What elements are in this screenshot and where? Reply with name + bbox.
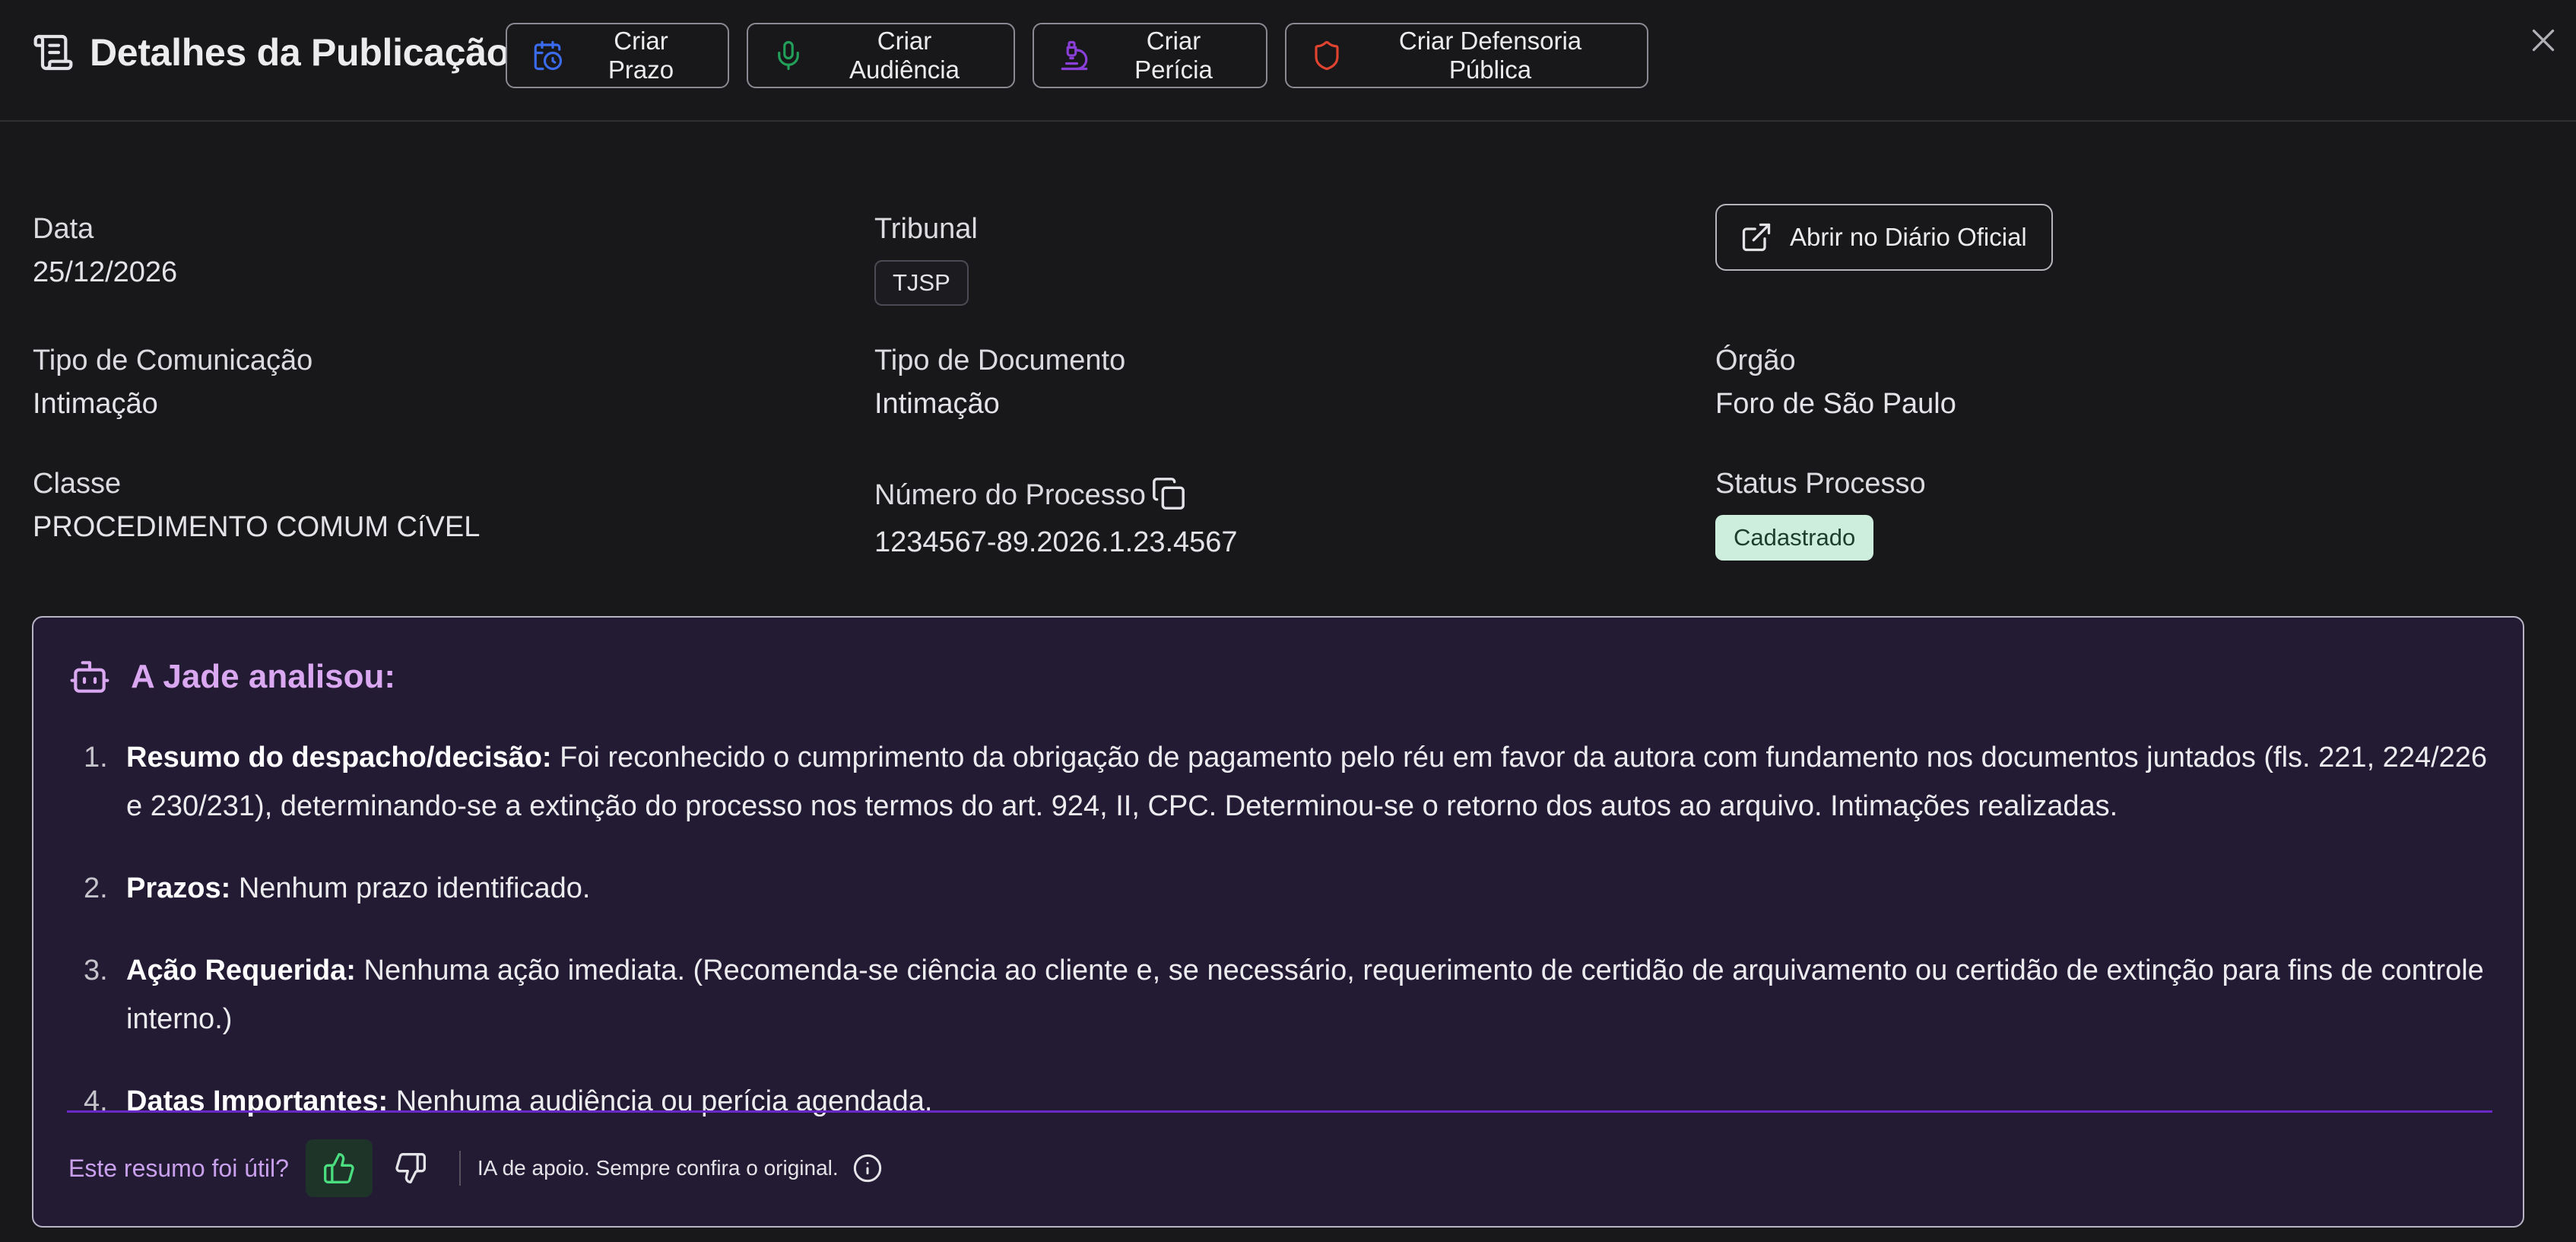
list-item: 4. Datas Importantes: Nenhuma audiência … bbox=[84, 1077, 2501, 1126]
list-item-number: 3. bbox=[84, 955, 108, 986]
class-label: Classe bbox=[33, 468, 122, 500]
external-link-icon bbox=[1740, 221, 1773, 254]
document-type-label: Tipo de Documento bbox=[874, 345, 1126, 376]
title-wrap: Detalhes da Publicação bbox=[32, 30, 509, 75]
list-item: 2. Prazos: Nenhum prazo identificado. bbox=[84, 864, 2501, 913]
create-public-defender-label: Criar Defensoria Pública bbox=[1398, 27, 1582, 84]
close-icon[interactable] bbox=[2524, 21, 2562, 59]
dialog-header: Detalhes da Publicação Criar Prazo Criar… bbox=[0, 0, 2576, 122]
date-value: 25/12/2026 bbox=[33, 256, 178, 288]
list-item-text: Nenhum prazo identificado. bbox=[230, 872, 591, 904]
ai-summary-title: A Jade analisou: bbox=[131, 658, 396, 695]
date-label: Data bbox=[33, 213, 94, 245]
robot-icon bbox=[68, 656, 111, 698]
create-public-defender-button[interactable]: Criar Defensoria Pública bbox=[1285, 23, 1648, 88]
class-value: PROCEDIMENTO COMUM CíVEL bbox=[33, 511, 481, 543]
feedback-bar: Este resumo foi útil? IA de apoio. Sempr… bbox=[68, 1139, 883, 1197]
ai-summary-list: 1. Resumo do despacho/decisão: Foi recon… bbox=[84, 733, 2501, 1159]
shield-icon bbox=[1311, 40, 1343, 71]
microscope-icon bbox=[1058, 40, 1090, 71]
thumbs-down-icon[interactable] bbox=[388, 1139, 433, 1197]
process-number-label: Número do Processo bbox=[874, 479, 1146, 511]
info-icon[interactable] bbox=[852, 1153, 883, 1183]
create-deadline-button[interactable]: Criar Prazo bbox=[506, 23, 729, 88]
create-expertise-button[interactable]: Criar Perícia bbox=[1033, 23, 1267, 88]
list-item-number: 4. bbox=[84, 1085, 108, 1117]
feedback-question: Este resumo foi útil? bbox=[68, 1154, 289, 1182]
court-label: Tribunal bbox=[874, 213, 978, 245]
list-item: 3. Ação Requerida: Nenhuma ação imediata… bbox=[84, 946, 2501, 1043]
open-official-gazette-label: Abrir no Diário Oficial bbox=[1790, 223, 2027, 251]
list-item-number: 1. bbox=[84, 742, 108, 773]
create-expertise-label: Criar Perícia bbox=[1134, 27, 1213, 84]
ai-disclaimer: IA de apoio. Sempre confira o original. bbox=[477, 1156, 839, 1180]
process-status-label: Status Processo bbox=[1715, 468, 1926, 500]
page-title: Detalhes da Publicação bbox=[90, 31, 509, 74]
calendar-clock-icon bbox=[531, 40, 563, 71]
communication-type-value: Intimação bbox=[33, 388, 158, 420]
open-official-gazette-button[interactable]: Abrir no Diário Oficial bbox=[1715, 204, 2053, 271]
divider bbox=[67, 1110, 2492, 1113]
feedback-separator bbox=[458, 1151, 461, 1186]
list-item-body: Ação Requerida: Nenhuma ação imediata. (… bbox=[126, 946, 2501, 1043]
create-deadline-label: Criar Prazo bbox=[608, 27, 674, 84]
thumbs-up-icon[interactable] bbox=[305, 1139, 373, 1197]
list-item-label: Ação Requerida: bbox=[126, 955, 356, 986]
organ-label: Órgão bbox=[1715, 345, 1796, 376]
process-number-value: 1234567-89.2026.1.23.4567 bbox=[874, 526, 1238, 558]
list-item-body: Resumo do despacho/decisão: Foi reconhec… bbox=[126, 733, 2501, 831]
list-item-label: Prazos: bbox=[126, 872, 231, 904]
list-item-body: Datas Importantes: Nenhuma audiência ou … bbox=[126, 1077, 2501, 1126]
list-item-body: Prazos: Nenhum prazo identificado. bbox=[126, 864, 2501, 913]
organ-value: Foro de São Paulo bbox=[1715, 388, 1956, 420]
copy-icon[interactable] bbox=[1151, 476, 1186, 511]
document-type-value: Intimação bbox=[874, 388, 1000, 420]
list-item-text: Nenhuma ação imediata. (Recomenda-se ciê… bbox=[126, 955, 2484, 1035]
status-badge: Cadastrado bbox=[1715, 515, 1874, 561]
court-badge: TJSP bbox=[874, 260, 969, 306]
microphone-icon bbox=[772, 40, 804, 71]
communication-type-label: Tipo de Comunicação bbox=[33, 345, 313, 376]
ai-summary-panel: A Jade analisou: 1. Resumo do despacho/d… bbox=[32, 616, 2524, 1228]
ai-summary-header: A Jade analisou: bbox=[68, 656, 395, 698]
create-hearing-button[interactable]: Criar Audiência bbox=[747, 23, 1015, 88]
scroll-icon bbox=[32, 31, 75, 74]
list-item-number: 2. bbox=[84, 872, 108, 904]
list-item: 1. Resumo do despacho/decisão: Foi recon… bbox=[84, 733, 2501, 831]
create-hearing-label: Criar Audiência bbox=[849, 27, 960, 84]
list-item-label: Resumo do despacho/decisão: bbox=[126, 742, 552, 773]
